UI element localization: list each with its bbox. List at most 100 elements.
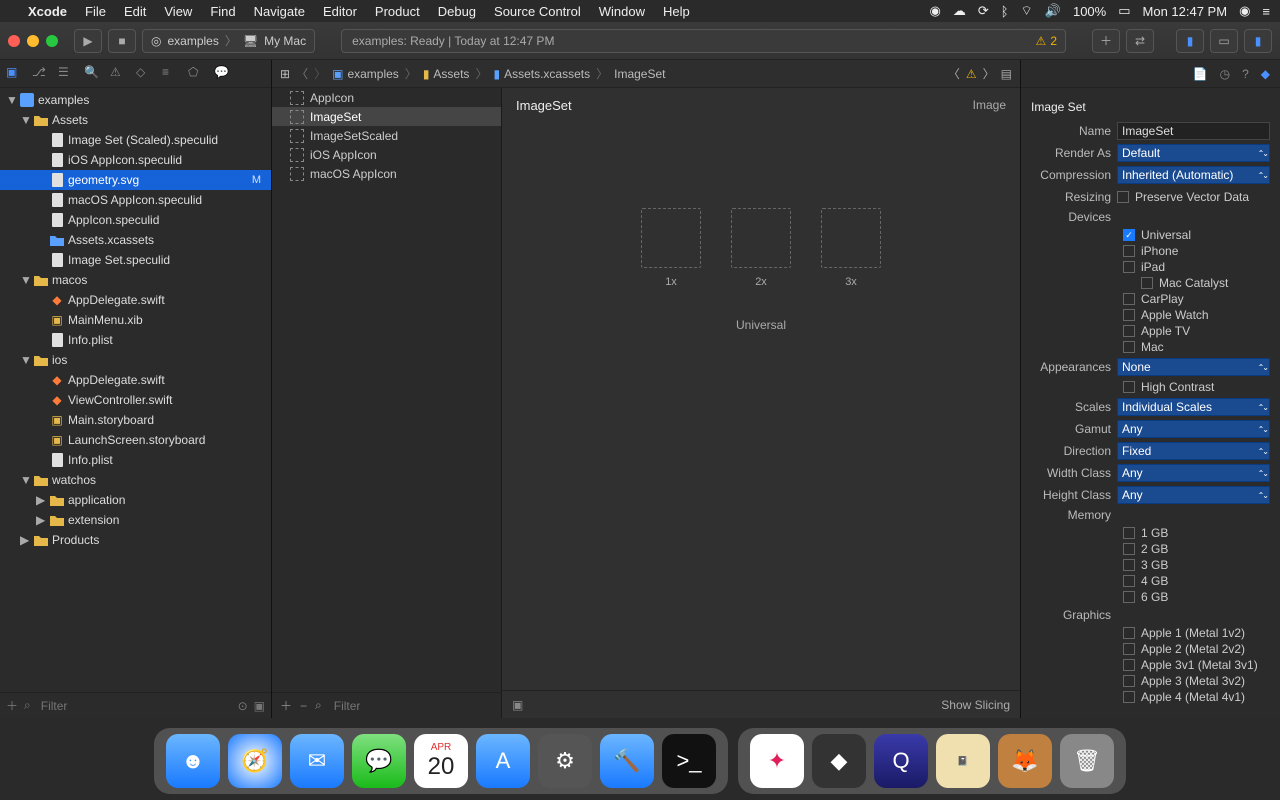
tree-row[interactable]: ▼ios (0, 350, 271, 370)
toggle-navigator-button[interactable]: ▮ (1176, 29, 1204, 53)
debug-navigator-tab[interactable]: ≡ (162, 65, 180, 83)
asset-row[interactable]: AppIcon (272, 88, 501, 107)
issue-navigator-tab[interactable]: ⚠ (110, 65, 128, 83)
help-inspector-tab[interactable]: ? (1242, 67, 1249, 81)
graphics-checkbox[interactable] (1123, 675, 1135, 687)
device-checkbox[interactable] (1123, 325, 1135, 337)
tree-row[interactable]: iOS AppIcon.speculid (0, 150, 271, 170)
tree-row[interactable]: ◆AppDelegate.swift (0, 290, 271, 310)
graphics-checkbox[interactable] (1123, 659, 1135, 671)
source-control-navigator-tab[interactable]: ⎇ (32, 65, 50, 83)
direction-select[interactable]: Fixed (1117, 442, 1270, 460)
tree-row[interactable]: Assets.xcassets (0, 230, 271, 250)
stop-button[interactable]: ■ (108, 29, 136, 53)
memory-checkbox[interactable] (1123, 575, 1135, 587)
dock-inkscape[interactable]: ◆ (812, 734, 866, 788)
memory-checkbox[interactable] (1123, 527, 1135, 539)
dock-slack[interactable]: ✦ (750, 734, 804, 788)
gamut-select[interactable]: Any (1117, 420, 1270, 438)
jump-bar[interactable]: ⊞ 〈 〉 ▣examples 〉 ▮Assets 〉 ▮Assets.xcas… (272, 60, 1020, 88)
editor-footer-icon[interactable]: ▣ (512, 698, 523, 712)
device-checkbox[interactable] (1123, 245, 1135, 257)
dock-trash[interactable]: 🗑 (1060, 734, 1114, 788)
timemachine-icon[interactable]: ⟳ (978, 3, 989, 19)
recent-filter-icon[interactable]: ⊙ (238, 699, 248, 713)
tree-row[interactable]: ▼macos (0, 270, 271, 290)
graphics-checkbox[interactable] (1123, 627, 1135, 639)
adjust-editor-button[interactable]: ▤ (1001, 67, 1012, 81)
device-checkbox[interactable] (1123, 309, 1135, 321)
tree-row[interactable]: ▼examples (0, 90, 271, 110)
attributes-inspector-tab[interactable]: ◆ (1261, 67, 1270, 81)
disclosure-icon[interactable]: ▼ (20, 113, 30, 127)
high-contrast-checkbox[interactable] (1123, 381, 1135, 393)
battery-icon[interactable]: ▭ (1118, 3, 1130, 19)
camera-icon[interactable]: ◉ (929, 3, 940, 19)
dock-quicktime[interactable]: Q (874, 734, 928, 788)
tree-row[interactable]: geometry.svgM (0, 170, 271, 190)
forward-button[interactable]: 〉 (314, 65, 326, 82)
graphics-checkbox[interactable] (1123, 691, 1135, 703)
memory-checkbox[interactable] (1123, 543, 1135, 555)
render-as-select[interactable]: Default (1117, 144, 1270, 162)
dock-xcode[interactable]: 🔨 (600, 734, 654, 788)
zoom-window-button[interactable] (46, 35, 58, 47)
crumb-assets[interactable]: ▮Assets.xcassets (493, 67, 590, 81)
tree-row[interactable]: ◆ViewController.swift (0, 390, 271, 410)
disclosure-icon[interactable]: ▼ (20, 353, 30, 367)
menu-window[interactable]: Window (599, 4, 645, 19)
find-navigator-tab[interactable]: 🔍 (84, 65, 102, 83)
disclosure-icon[interactable]: ▼ (6, 93, 16, 107)
dock-appstore[interactable]: A (476, 734, 530, 788)
asset-add-button[interactable]: ＋ (280, 697, 292, 714)
close-window-button[interactable] (8, 35, 20, 47)
report-navigator-tab[interactable]: 💬 (214, 65, 232, 83)
scales-select[interactable]: Individual Scales (1117, 398, 1270, 416)
related-items-icon[interactable]: ⊞ (280, 67, 290, 81)
symbol-navigator-tab[interactable]: ☰ (58, 65, 76, 83)
dock-gimp[interactable]: 🦊 (998, 734, 1052, 788)
crumb-folder[interactable]: ▮Assets (423, 67, 470, 81)
asset-remove-button[interactable]: − (300, 699, 307, 713)
navigator-filter-input[interactable] (37, 697, 232, 715)
image-well-1x[interactable] (641, 208, 701, 268)
tree-row[interactable]: ◆AppDelegate.swift (0, 370, 271, 390)
disclosure-icon[interactable]: ▶ (20, 533, 30, 547)
device-checkbox[interactable] (1141, 277, 1153, 289)
asset-row[interactable]: ImageSet (272, 107, 501, 126)
notification-center-icon[interactable]: ≡ (1262, 4, 1270, 19)
dock-finder[interactable]: ☻ (166, 734, 220, 788)
warnings-indicator[interactable]: ⚠ 2 (1036, 34, 1057, 48)
back-button[interactable]: 〈 (296, 65, 308, 82)
dock-calendar[interactable]: APR20 (414, 734, 468, 788)
tree-row[interactable]: ▼Assets (0, 110, 271, 130)
project-navigator-tab[interactable]: ▣ (6, 65, 24, 83)
code-review-button[interactable]: ⇄ (1126, 29, 1154, 53)
tree-row[interactable]: ▶application (0, 490, 271, 510)
dock-notes[interactable]: 📓 (936, 734, 990, 788)
device-checkbox[interactable]: ✓ (1123, 229, 1135, 241)
menu-editor[interactable]: Editor (323, 4, 357, 19)
menu-debug[interactable]: Debug (438, 4, 476, 19)
asset-outline[interactable]: AppIconImageSetImageSetScalediOS AppIcon… (272, 88, 502, 718)
disclosure-icon[interactable]: ▶ (36, 513, 46, 527)
library-button[interactable]: ＋ (1092, 29, 1120, 53)
menu-navigate[interactable]: Navigate (254, 4, 305, 19)
tree-row[interactable]: ▶Products (0, 530, 271, 550)
dock-safari[interactable]: 🧭 (228, 734, 282, 788)
tree-row[interactable]: macOS AppIcon.speculid (0, 190, 271, 210)
siri-icon[interactable]: ◉ (1239, 3, 1250, 19)
memory-checkbox[interactable] (1123, 591, 1135, 603)
file-inspector-tab[interactable]: 📄 (1193, 67, 1208, 81)
device-checkbox[interactable] (1123, 261, 1135, 273)
app-menu[interactable]: Xcode (28, 4, 67, 19)
scheme-selector[interactable]: ◎ examples 〉 🖥 My Mac (142, 29, 315, 53)
image-well-2x[interactable] (731, 208, 791, 268)
menu-source-control[interactable]: Source Control (494, 4, 581, 19)
imageset-name-input[interactable] (1117, 122, 1270, 140)
minimize-window-button[interactable] (27, 35, 39, 47)
crumb-project[interactable]: ▣examples (332, 67, 399, 81)
height-class-select[interactable]: Any (1117, 486, 1270, 504)
image-well-3x[interactable] (821, 208, 881, 268)
cloud-icon[interactable]: ☁ (953, 3, 966, 19)
